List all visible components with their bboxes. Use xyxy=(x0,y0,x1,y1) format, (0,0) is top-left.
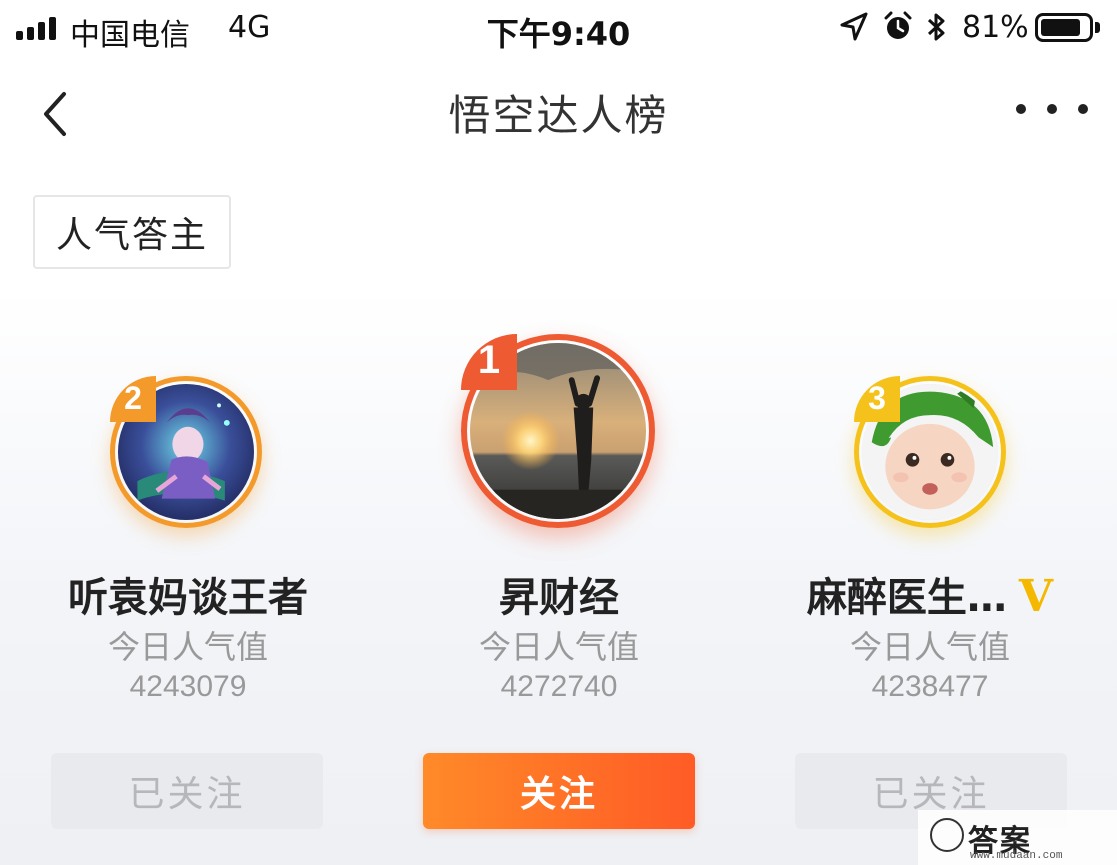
rank-badge: 1 xyxy=(461,334,517,390)
rank-badge: 3 xyxy=(854,376,900,422)
popularity-label: 今日人气值 xyxy=(107,628,268,666)
battery-tip xyxy=(1095,22,1100,33)
popularity-value: 4243079 xyxy=(129,670,247,703)
ranking-card-1: 1 昇财经 今日人气值 4272740 关注 xyxy=(409,0,709,865)
popularity-value: 4272740 xyxy=(500,670,618,703)
user-name[interactable]: 听袁妈谈王者 xyxy=(18,565,358,623)
popularity-value: 4238477 xyxy=(871,670,989,703)
follow-button[interactable]: 关注 xyxy=(423,753,695,829)
popularity-label: 今日人气值 xyxy=(849,628,1010,666)
watermark-logo-icon xyxy=(930,818,964,852)
ranking-card-3: 3 麻醉医生… V 今日人气值 4238477 已关注 xyxy=(780,0,1080,865)
user-name[interactable]: 昇财经 xyxy=(389,565,729,623)
user-name[interactable]: 麻醉医生… V xyxy=(760,565,1100,623)
ranking-card-2: 2 听袁妈谈王者 今日人气值 4243079 已关注 xyxy=(38,0,338,865)
rank-badge: 2 xyxy=(110,376,156,422)
popularity-label: 今日人气值 xyxy=(478,628,639,666)
watermark-url: www.mudaan.com xyxy=(970,850,1063,862)
verified-v-icon: V xyxy=(1018,571,1054,622)
watermark: 答案 www.mudaan.com xyxy=(918,810,1117,865)
followed-button[interactable]: 已关注 xyxy=(51,753,323,829)
